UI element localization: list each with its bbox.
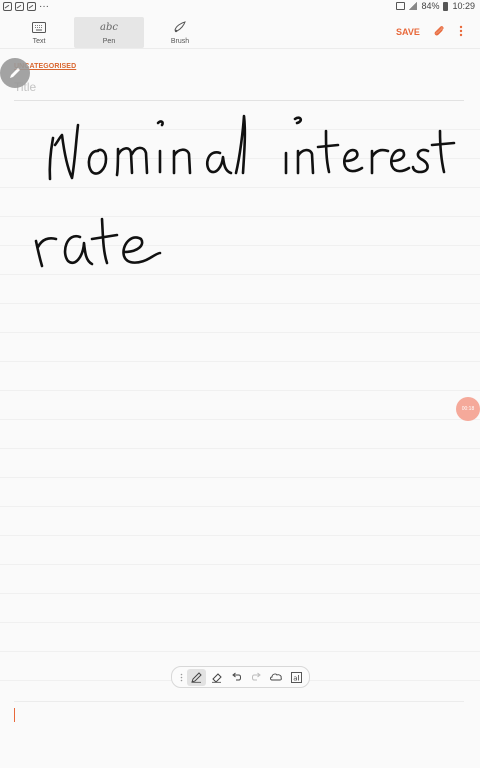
lasso-tool-button[interactable] [267, 669, 286, 686]
recording-timer-badge[interactable]: 00:18 [456, 397, 480, 421]
eraser-tool-button[interactable] [207, 669, 226, 686]
tab-pen-label: Pen [102, 38, 116, 45]
status-bar: ··· 84% 10:29 [0, 0, 480, 14]
handwriting-abc-icon: abc [100, 21, 118, 33]
recording-time: 00:18 [461, 406, 475, 412]
lasso-icon [270, 673, 282, 681]
floating-pen-button[interactable] [0, 58, 30, 88]
convert-text-icon: a [291, 671, 302, 683]
tab-brush-label: Brush [170, 38, 190, 45]
tab-pen[interactable]: abc Pen [74, 17, 144, 48]
gallery-notification-icon [3, 2, 12, 11]
text-cursor [14, 708, 15, 722]
pen-tool-button[interactable] [187, 668, 206, 686]
drag-handle-icon [180, 673, 182, 681]
battery-percentage: 84% [421, 1, 440, 11]
attachment-icon[interactable] [433, 25, 445, 37]
drag-handle[interactable] [176, 669, 186, 686]
screen-cast-icon [396, 2, 406, 10]
pen-icon [191, 671, 202, 683]
redo-icon [252, 672, 261, 681]
tab-text[interactable]: Text [4, 17, 74, 48]
gallery-notification-icon [15, 2, 24, 11]
more-notifications-indicator: ··· [39, 1, 49, 12]
signal-icon [409, 2, 418, 10]
clock: 10:29 [452, 1, 475, 11]
pen-toolbar: a [171, 666, 310, 688]
keyboard-icon [32, 21, 46, 33]
tab-brush[interactable]: Brush [145, 17, 215, 48]
pen-icon [10, 68, 20, 78]
more-options-icon[interactable] [459, 25, 463, 37]
eraser-icon [212, 672, 222, 683]
undo-icon [232, 672, 241, 681]
bottom-divider [14, 701, 464, 702]
gallery-notification-icon [27, 2, 36, 11]
svg-text:a: a [293, 674, 297, 682]
undo-button[interactable] [227, 669, 246, 686]
redo-button[interactable] [247, 669, 266, 686]
tab-text-label: Text [32, 38, 46, 45]
save-button[interactable]: SAVE [396, 27, 420, 37]
brush-icon [174, 21, 186, 33]
handwritten-ink [34, 114, 456, 268]
convert-to-text-button[interactable]: a [287, 669, 306, 686]
battery-icon [443, 1, 449, 11]
note-toolbar: Text abc Pen Brush SAVE [0, 14, 480, 49]
